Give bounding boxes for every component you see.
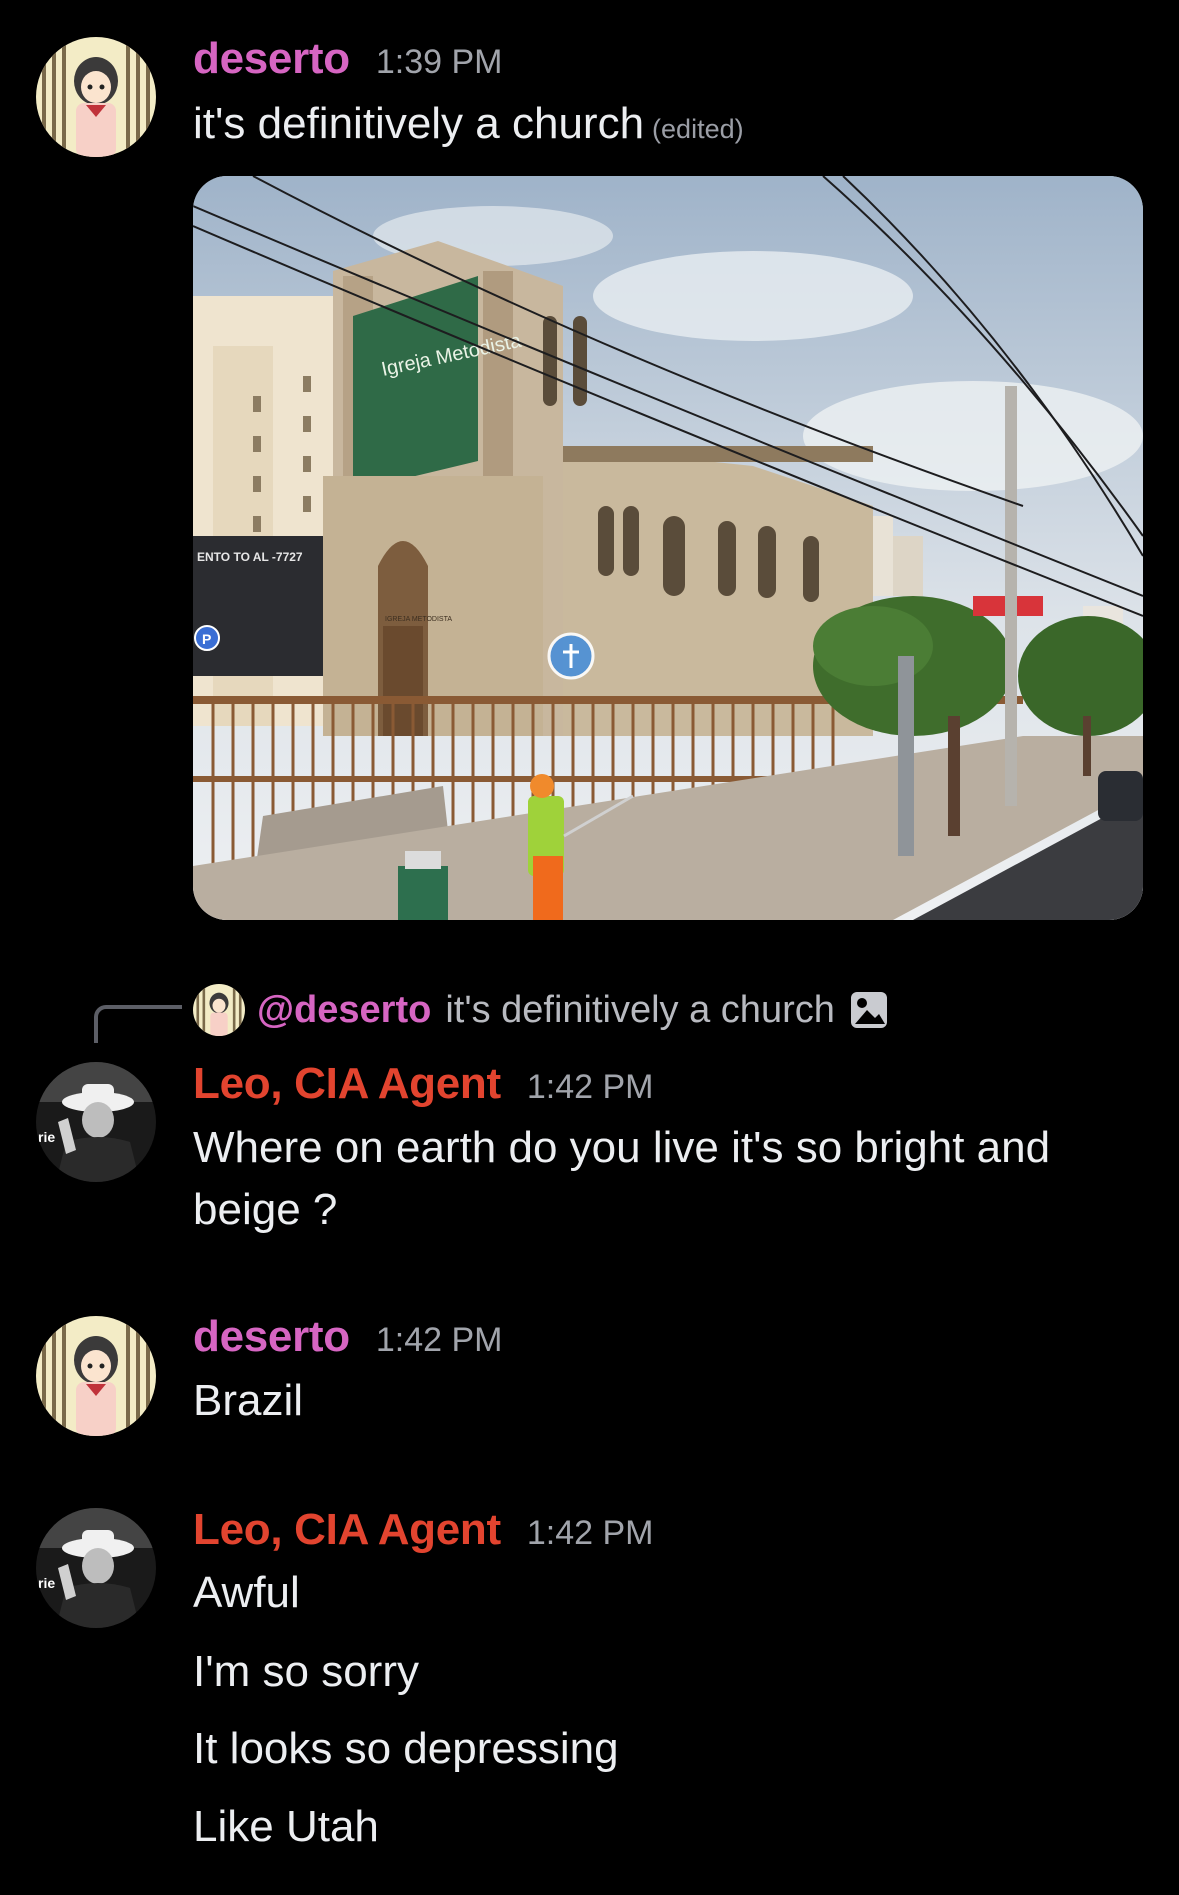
message-text-line: Like Utah [193,1802,379,1851]
timestamp: 1:42 PM [526,1514,654,1552]
timestamp: 1:42 PM [526,1068,654,1106]
reply-text: it's definitively a church [445,988,835,1031]
timestamp: 1:39 PM [375,43,503,81]
image-icon [849,990,889,1030]
author-name[interactable]: deserto [193,1312,350,1362]
message-text-line: Where on earth do you live it's so brigh… [193,1123,1051,1172]
edited-label: (edited) [652,114,744,144]
svg-text:P: P [202,631,211,647]
reply-preview[interactable]: @deserto it's definitively a church [193,980,889,1040]
message-deserto-2[interactable]: deserto 1:42 PM Brazil [0,1300,1179,1450]
avatar-deserto[interactable] [36,1316,156,1436]
author-name[interactable]: Leo, CIA Agent [193,1505,501,1555]
reply-connector [94,1005,182,1043]
door-sign-text: IGREJA METODISTA [385,616,452,623]
message-leo-1[interactable]: rie Leo, CIA Agent 1:42 PM Where on eart… [0,1050,1179,1250]
church-image-attachment[interactable]: ENTO TO AL -7727 P Igreja Metodista IGRE… [193,176,1143,920]
svg-text:rie: rie [38,1575,55,1591]
avatar-deserto[interactable] [36,37,156,157]
message-text-line: beige ? [193,1185,338,1234]
message-deserto-1[interactable]: deserto 1:39 PM it's definitively a chur… [0,0,1179,930]
message-leo-2[interactable]: rie Leo, CIA Agent 1:42 PM Awful I'm so … [0,1500,1179,1880]
timestamp: 1:42 PM [375,1321,503,1359]
message-text-line: It looks so depressing [193,1724,619,1773]
author-name[interactable]: deserto [193,34,350,84]
avatar-leo[interactable]: rie [36,1062,156,1182]
reply-mention[interactable]: @deserto [257,989,431,1032]
message-text: it's definitively a church (edited) [193,99,744,149]
message-content: it's definitively a church [193,99,645,148]
author-name[interactable]: Leo, CIA Agent [193,1059,501,1109]
avatar-leo[interactable]: rie [36,1508,156,1628]
message-text-line: Awful [193,1568,300,1617]
svg-text:rie: rie [38,1129,55,1145]
message-text-line: Brazil [193,1376,304,1425]
message-text-line: I'm so sorry [193,1647,419,1696]
storefront-panel-text: ENTO TO AL -7727 [197,550,303,564]
reply-avatar-deserto [193,984,245,1036]
